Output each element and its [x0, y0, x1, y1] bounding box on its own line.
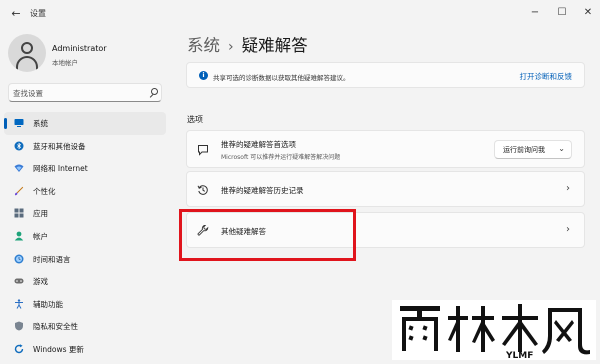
search-input[interactable]: [13, 86, 141, 100]
time-language-icon: [14, 254, 24, 264]
sidebar-item-label: Windows 更新: [33, 344, 84, 354]
sidebar-item-label: 系统: [33, 119, 48, 128]
highlight-annotation-box: [179, 209, 356, 261]
sidebar-item-personalization[interactable]: 个性化: [4, 180, 166, 203]
svg-text:YLMF: YLMF: [505, 351, 533, 360]
system-icon: [14, 119, 24, 127]
sidebar-item-network[interactable]: 网络和 Internet: [4, 157, 166, 180]
back-arrow-icon[interactable]: ←: [8, 6, 24, 22]
bluetooth-icon: [14, 141, 24, 151]
title-bar: ← 设置 − ☐ ✕: [0, 0, 600, 28]
breadcrumb-separator: ›: [228, 39, 234, 55]
chevron-down-icon: ⌄: [558, 144, 565, 153]
sidebar-nav: 系统 蓝牙和其他设备 网络和 Internet 个性化 应用 帐户 时间和语言 …: [4, 112, 166, 361]
windows-update-icon: [14, 344, 24, 354]
user-profile[interactable]: Administrator 本地帐户: [8, 34, 168, 74]
page-title: 疑难解答: [241, 36, 308, 55]
card-title: 推荐的疑难解答历史记录: [221, 186, 304, 195]
close-icon[interactable]: ✕: [575, 4, 600, 22]
sidebar-item-label: 辅助功能: [33, 299, 63, 309]
active-indicator: [4, 118, 7, 129]
search-icon[interactable]: [149, 88, 158, 98]
personalization-icon: [14, 186, 24, 195]
accessibility-icon: [15, 299, 23, 309]
sidebar-item-label: 应用: [33, 209, 48, 219]
open-diagnostics-link[interactable]: 打开诊断和反馈: [520, 71, 573, 82]
ylmf-watermark-logo: YLMF: [392, 300, 596, 360]
settings-window: ← 设置 − ☐ ✕ Administrator 本地帐户 系: [0, 0, 600, 364]
sidebar-item-label: 个性化: [33, 186, 56, 196]
sidebar-item-system[interactable]: 系统: [4, 112, 166, 135]
sidebar-item-time-language[interactable]: 时间和语言: [4, 248, 166, 271]
gaming-icon: [14, 278, 24, 284]
sidebar-item-accessibility[interactable]: 辅助功能: [4, 293, 166, 316]
maximize-icon[interactable]: ☐: [549, 4, 575, 22]
sidebar-item-label: 游戏: [33, 277, 48, 287]
recommended-troubleshooter-history-card[interactable]: 推荐的疑难解答历史记录 ›: [186, 171, 585, 207]
chevron-right-icon: ›: [566, 183, 570, 194]
sidebar-item-accounts[interactable]: 帐户: [4, 225, 166, 248]
network-icon: [14, 164, 24, 173]
profile-name: Administrator: [52, 44, 107, 53]
card-description: Microsoft 可以推荐并运行疑难解答解决问题: [221, 154, 341, 161]
avatar: [8, 34, 46, 72]
minimize-icon[interactable]: −: [522, 4, 548, 22]
apps-icon: [14, 208, 24, 218]
accounts-icon: [14, 231, 24, 241]
sidebar-item-windows-update[interactable]: Windows 更新: [4, 338, 166, 361]
section-title: 选项: [187, 115, 203, 124]
breadcrumb-parent[interactable]: 系统: [187, 36, 220, 55]
sidebar-item-privacy[interactable]: 隐私和安全性: [4, 315, 166, 338]
privacy-icon: [15, 321, 23, 331]
sidebar: Administrator 本地帐户 系统 蓝牙和其他设备 网络和 Inte: [0, 28, 172, 364]
avatar-head: [21, 42, 33, 54]
info-banner: i 共享可选的诊断数据以获取其他疑难解答建议。 打开诊断和反馈: [186, 62, 585, 88]
info-banner-text: 共享可选的诊断数据以获取其他疑难解答建议。: [213, 74, 350, 82]
profile-account-type: 本地帐户: [52, 59, 78, 67]
sidebar-item-label: 隐私和安全性: [33, 322, 78, 332]
search-box: [8, 83, 162, 102]
dropdown-value: 运行前询问我: [503, 146, 545, 154]
chat-bubble-icon: [198, 145, 208, 156]
sidebar-item-label: 时间和语言: [33, 254, 71, 264]
sidebar-item-bluetooth[interactable]: 蓝牙和其他设备: [4, 135, 166, 158]
info-icon: i: [199, 71, 208, 80]
sidebar-item-label: 蓝牙和其他设备: [33, 141, 86, 151]
avatar-body: [16, 56, 38, 70]
sidebar-item-label: 帐户: [33, 231, 48, 241]
breadcrumb: 系统 › 疑难解答: [187, 32, 308, 56]
sidebar-item-apps[interactable]: 应用: [4, 202, 166, 225]
recommended-troubleshooter-preferences-card: 推荐的疑难解答首选项 Microsoft 可以推荐并运行疑难解答解决问题 运行前…: [186, 130, 585, 168]
chevron-right-icon: ›: [566, 224, 570, 235]
sidebar-item-label: 网络和 Internet: [33, 164, 88, 174]
history-icon: [197, 185, 208, 195]
card-title: 推荐的疑难解答首选项: [221, 140, 296, 149]
app-title: 设置: [30, 9, 46, 18]
sidebar-item-gaming[interactable]: 游戏: [4, 270, 166, 293]
troubleshooter-preference-dropdown[interactable]: 运行前询问我 ⌄: [494, 140, 572, 159]
